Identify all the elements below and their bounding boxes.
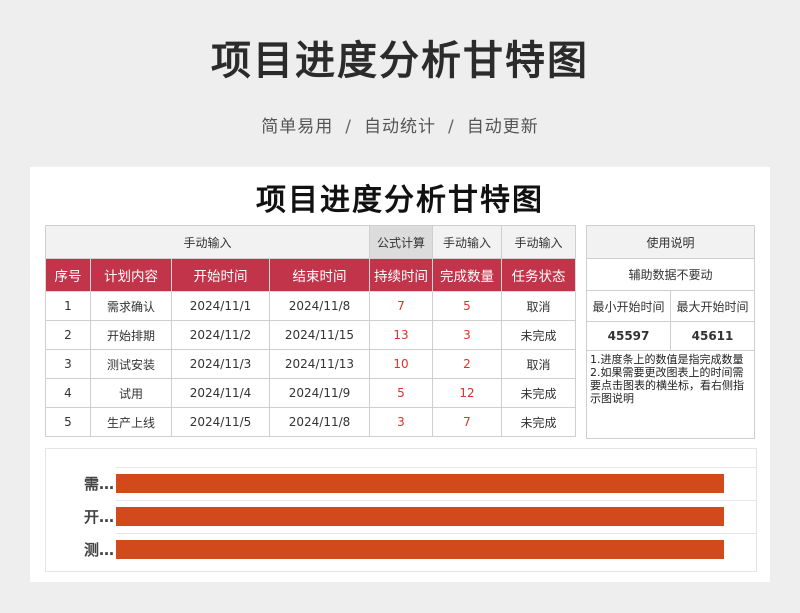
max-start-label: 最大开始时间 [670,290,755,322]
subtitle-item: 自动更新 [466,117,539,137]
page-subtitle: 简单易用 / 自动统计 / 自动更新 [0,112,800,137]
column-header: 完成数量 [432,258,502,292]
column-header-row: 序号 计划内容 开始时间 结束时间 持续时间 完成数量 任务状态 [45,258,576,292]
cell-no[interactable]: 4 [45,378,91,408]
chart-category-label[interactable]: 测… [46,539,114,560]
sheet-title: 项目进度分析甘特图 [256,183,544,218]
table-row: 3 测试安装 2024/11/3 2024/11/13 10 2 取消 [45,349,576,379]
min-start-label: 最小开始时间 [586,290,671,322]
chart-gridline [116,467,756,468]
cell-no[interactable]: 3 [45,349,91,379]
group-header-row: 手动输入 公式计算 手动输入 手动输入 [45,225,576,259]
cell-duration[interactable]: 10 [369,349,433,379]
aux-label-row: 最小开始时间 最大开始时间 [586,290,755,322]
cell-end[interactable]: 2024/11/8 [269,291,370,321]
gantt-bar[interactable] [116,474,724,493]
group-header-manual: 手动输入 [501,225,576,259]
cell-status[interactable]: 未完成 [501,407,576,437]
subtitle-separator: / [448,117,455,137]
cell-end[interactable]: 2024/11/15 [269,320,370,350]
cell-done[interactable]: 3 [432,320,502,350]
cell-duration[interactable]: 13 [369,320,433,350]
subtitle-item: 简单易用 [261,117,334,137]
instructions-notes: 1.进度条上的数值是指完成数量 2.如果需要更改图表上的时间需要点击图表的横坐标… [586,350,755,439]
aux-title: 辅助数据不要动 [586,258,755,291]
table-row: 1 需求确认 2024/11/1 2024/11/8 7 5 取消 [45,291,576,321]
cell-no[interactable]: 2 [45,320,91,350]
cell-status[interactable]: 未完成 [501,320,576,350]
cell-end[interactable]: 2024/11/8 [269,407,370,437]
cell-task[interactable]: 开始排期 [90,320,172,350]
aux-title-row: 辅助数据不要动 [586,258,755,291]
gantt-bar[interactable] [116,540,724,559]
subtitle-separator: / [345,117,352,137]
group-header-formula: 公式计算 [369,225,433,259]
cell-end[interactable]: 2024/11/13 [269,349,370,379]
cell-task[interactable]: 试用 [90,378,172,408]
cell-start[interactable]: 2024/11/2 [171,320,270,350]
table-row: 4 试用 2024/11/4 2024/11/9 5 12 未完成 [45,378,576,408]
column-header: 开始时间 [171,258,270,292]
max-start-value[interactable]: 45611 [670,321,755,351]
table-row: 5 生产上线 2024/11/5 2024/11/8 3 7 未完成 [45,407,576,437]
cell-duration[interactable]: 7 [369,291,433,321]
chart-gridline [116,533,756,534]
instructions-table: 使用说明 辅助数据不要动 最小开始时间 最大开始时间 45597 45611 1… [586,225,755,439]
min-start-value[interactable]: 45597 [586,321,671,351]
instructions-header: 使用说明 [586,225,755,259]
cell-duration[interactable]: 3 [369,407,433,437]
cell-done[interactable]: 5 [432,291,502,321]
cell-task[interactable]: 需求确认 [90,291,172,321]
cell-duration[interactable]: 5 [369,378,433,408]
column-header: 任务状态 [501,258,576,292]
page-title: 项目进度分析甘特图 [211,38,589,84]
subtitle-item: 自动统计 [364,117,436,137]
task-table: 手动输入 公式计算 手动输入 手动输入 序号 计划内容 开始时间 结束时间 持续… [45,225,576,437]
cell-done[interactable]: 7 [432,407,502,437]
cell-task[interactable]: 生产上线 [90,407,172,437]
cell-start[interactable]: 2024/11/4 [171,378,270,408]
group-header-manual: 手动输入 [45,225,370,259]
column-header: 结束时间 [269,258,370,292]
cell-start[interactable]: 2024/11/5 [171,407,270,437]
column-header: 计划内容 [90,258,172,292]
cell-end[interactable]: 2024/11/9 [269,378,370,408]
group-header-manual: 手动输入 [432,225,502,259]
aux-value-row: 45597 45611 [586,321,755,351]
chart-gridline [116,500,756,501]
cell-status[interactable]: 取消 [501,349,576,379]
table-row: 2 开始排期 2024/11/2 2024/11/15 13 3 未完成 [45,320,576,350]
chart-category-label[interactable]: 开… [46,506,114,527]
chart-plot-area [116,467,756,567]
instructions-header-row: 使用说明 [586,225,755,259]
cell-start[interactable]: 2024/11/1 [171,291,270,321]
chart-category-label[interactable]: 需… [46,473,114,494]
cell-task[interactable]: 测试安装 [90,349,172,379]
notes-row: 1.进度条上的数值是指完成数量 2.如果需要更改图表上的时间需要点击图表的横坐标… [586,350,755,439]
column-header: 序号 [45,258,91,292]
spreadsheet-card: 项目进度分析甘特图 手动输入 公式计算 手动输入 手动输入 序号 计划内容 开始… [30,167,770,582]
cell-no[interactable]: 1 [45,291,91,321]
cell-start[interactable]: 2024/11/3 [171,349,270,379]
cell-done[interactable]: 12 [432,378,502,408]
cell-no[interactable]: 5 [45,407,91,437]
gantt-chart[interactable]: 需… 开… 测… [45,448,757,572]
cell-status[interactable]: 未完成 [501,378,576,408]
cell-status[interactable]: 取消 [501,291,576,321]
gantt-bar[interactable] [116,507,724,526]
cell-done[interactable]: 2 [432,349,502,379]
column-header: 持续时间 [369,258,433,292]
